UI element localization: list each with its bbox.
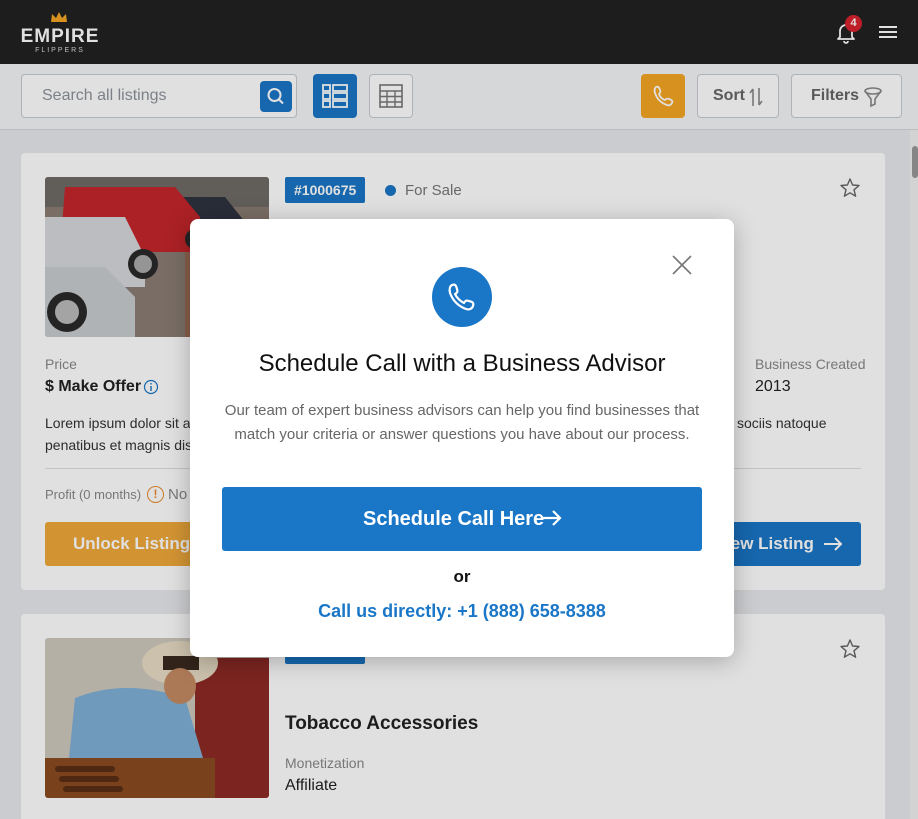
schedule-call-modal: Schedule Call with a Business Advisor Ou… — [190, 219, 734, 657]
call-directly-link[interactable]: Call us directly: +1 (888) 658-8388 — [190, 601, 734, 622]
phone-icon — [448, 283, 475, 311]
phone-icon-circle — [432, 267, 492, 327]
or-separator: or — [453, 567, 471, 586]
schedule-call-label: Schedule Call Here — [363, 508, 545, 530]
arrow-right-icon — [541, 510, 562, 526]
schedule-call-button[interactable]: Schedule Call Here — [222, 487, 702, 551]
modal-description: Our team of expert business advisors can… — [224, 402, 700, 443]
modal-title: Schedule Call with a Business Advisor — [258, 350, 666, 377]
close-icon[interactable] — [670, 253, 694, 277]
